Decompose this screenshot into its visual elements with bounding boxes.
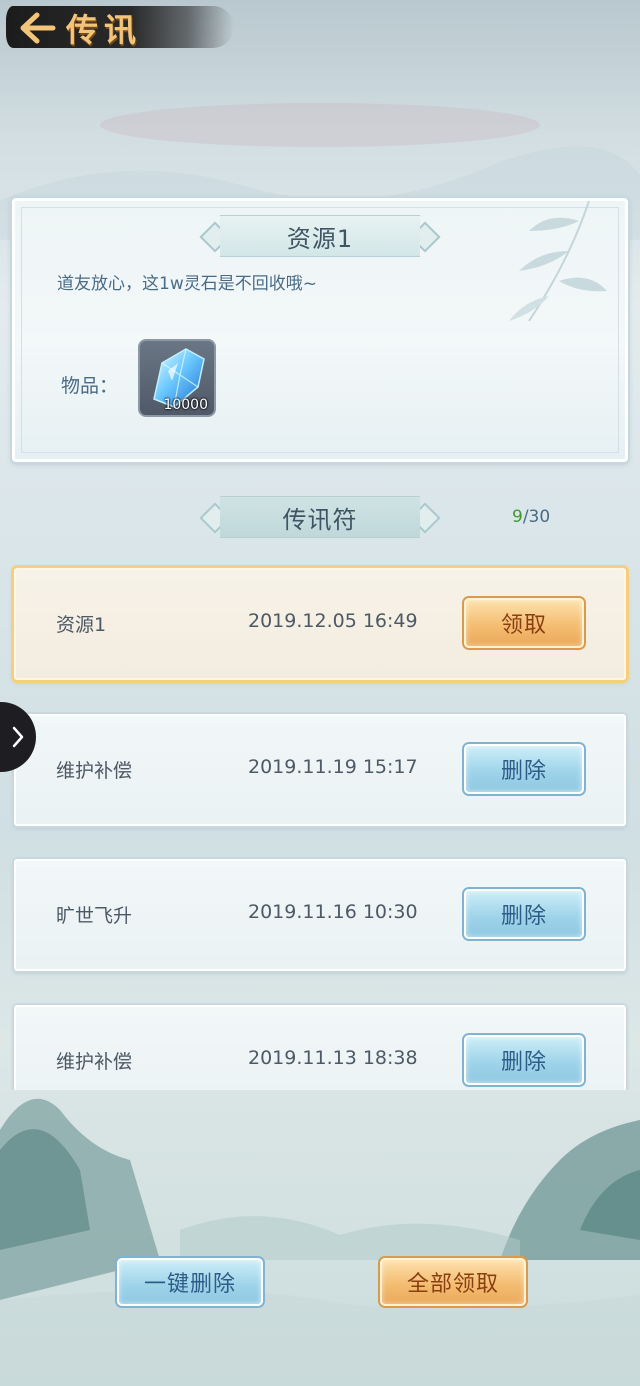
message-title: 维护补偿 (56, 760, 133, 782)
list-title-plaque: 传讯符 (199, 496, 441, 538)
page-title: 传讯 (66, 11, 143, 49)
claim-button[interactable]: 领取 (464, 598, 584, 648)
message-time: 2019.12.05 16:49 (248, 610, 418, 632)
chevron-right-icon (12, 726, 24, 748)
message-title: 维护补偿 (56, 1051, 133, 1073)
items-label: 物品： (61, 375, 119, 397)
message-counter: 9/30 (512, 507, 550, 527)
back-button[interactable] (14, 8, 60, 48)
delete-button[interactable]: 删除 (464, 1035, 584, 1085)
delete-button[interactable]: 删除 (464, 889, 584, 939)
delete-all-button[interactable]: 一键删除 (117, 1258, 263, 1306)
message-row[interactable]: 维护补偿 2019.11.13 18:38 删除 (14, 1005, 626, 1090)
message-time: 2019.11.13 18:38 (248, 1047, 418, 1069)
message-time: 2019.11.16 10:30 (248, 901, 418, 923)
message-row[interactable]: 资源1 2019.12.05 16:49 领取 (14, 568, 626, 680)
message-title: 旷世飞升 (56, 905, 133, 927)
message-detail-panel: 资源1 道友放心，这1w灵石是不回收哦~ 物品： 10000 (12, 198, 628, 462)
message-row[interactable]: 旷世飞升 2019.11.16 10:30 删除 (14, 859, 626, 971)
back-arrow-icon (20, 12, 56, 44)
detail-title-plaque: 资源1 (199, 215, 441, 257)
message-title: 资源1 (56, 614, 107, 636)
list-title: 传讯符 (282, 505, 358, 534)
item-count: 10000 (163, 397, 208, 413)
detail-title: 资源1 (286, 224, 354, 253)
message-row[interactable]: 维护补偿 2019.11.19 15:17 删除 (14, 714, 626, 826)
delete-button[interactable]: 删除 (464, 744, 584, 794)
message-list[interactable]: 资源1 2019.12.05 16:49 领取 维护补偿 2019.11.19 … (0, 560, 640, 1090)
reward-item-slot[interactable]: 10000 (138, 339, 216, 417)
bamboo-decoration-icon (509, 201, 607, 322)
detail-message: 道友放心，这1w灵石是不回收哦~ (57, 274, 317, 294)
message-time: 2019.11.19 15:17 (248, 756, 418, 778)
top-bar: 传讯 (0, 0, 240, 56)
claim-all-button[interactable]: 全部领取 (380, 1258, 526, 1306)
counter-current: 9 (512, 507, 523, 527)
counter-total: /30 (522, 507, 551, 527)
